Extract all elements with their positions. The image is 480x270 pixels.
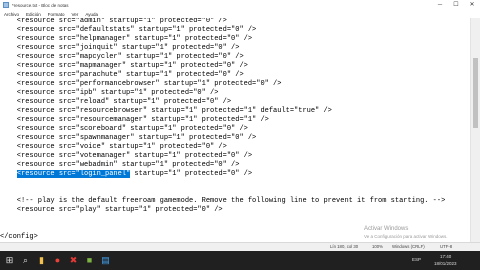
status-bar: Lín 180, col 30 100% Windows (CRLF) UTF-… — [0, 242, 480, 251]
game-icon[interactable]: ✖ — [68, 255, 79, 266]
windows-start-icon[interactable]: ⊞ — [4, 255, 15, 266]
menu-edicion[interactable]: Edición — [26, 12, 41, 17]
language-indicator[interactable]: ESP — [412, 257, 421, 262]
close-button[interactable]: ✕ — [464, 0, 480, 10]
code-line: <resource src="resourcemanager" startup=… — [0, 116, 269, 124]
window-controls: ─ ☐ ✕ — [432, 0, 480, 10]
code-line: <resource src="ipb" startup="1" protecte… — [0, 89, 219, 97]
code-line: <resource src="performancebrowser" start… — [0, 80, 282, 88]
code-line: <resource src="resourcebrowser" startup=… — [0, 107, 332, 115]
cursor-position: Lín 180, col 30 — [330, 244, 359, 249]
minimize-button[interactable]: ─ — [432, 0, 448, 10]
code-line: <resource src="parachute" startup="1" pr… — [0, 71, 244, 79]
scrollbar-thumb[interactable] — [473, 58, 478, 128]
selected-code-line: <resource src="login_panel" startup="1" … — [0, 170, 252, 179]
menu-formato[interactable]: Formato — [48, 12, 65, 17]
menu-bar: Archivo Edición Formato Ver Ayuda — [0, 10, 480, 18]
code-line: <resource src="mapcycler" startup="1" pr… — [0, 53, 244, 61]
code-line: <resource src="defaultstats" startup="1"… — [0, 26, 257, 34]
code-line: <resource src="play" startup="1" protect… — [0, 206, 223, 214]
vertical-scrollbar[interactable] — [470, 18, 480, 242]
title-bar: *resource.txt - Bloc de notas ─ ☐ ✕ — [0, 0, 480, 10]
activation-watermark: Activar Windows Ve a Configuración para … — [364, 226, 448, 240]
text-selection[interactable]: <resource src="login_panel" — [16, 170, 131, 178]
app-icon[interactable]: ■ — [84, 255, 95, 266]
menu-ver[interactable]: Ver — [72, 12, 79, 17]
code-line: </config> — [0, 233, 38, 241]
code-line: <resource src="helpmanager" startup="1" … — [0, 35, 253, 43]
menu-ayuda[interactable]: Ayuda — [85, 12, 98, 17]
clock-time[interactable]: 17:40 — [440, 254, 451, 259]
code-line: <resource src="admin" startup="1" protec… — [0, 18, 227, 25]
code-line: <resource src="voice" startup="1" protec… — [0, 143, 227, 151]
line-rest: startup="1" protected="0" /> — [130, 170, 253, 178]
code-line: <resource src="scoreboard" startup="1" p… — [0, 125, 248, 133]
folder-icon[interactable]: ▮ — [36, 255, 47, 266]
maximize-button[interactable]: ☐ — [448, 0, 464, 10]
code-line: <resource src="votemanager" startup="1" … — [0, 152, 253, 160]
line-ending: Windows (CRLF) — [392, 244, 425, 249]
code-line: <resource src="reload" startup="1" prote… — [0, 98, 232, 106]
search-icon[interactable]: ⌕ — [20, 255, 31, 266]
taskbar: ⊞ ⌕ ▮ ● ✖ ■ ▤ ESP 17:40 18/01/2023 — [0, 251, 480, 270]
watermark-subtitle: Ve a Configuración para activar Windows. — [364, 234, 448, 239]
watermark-title: Activar Windows — [364, 226, 409, 232]
code-line: <resource src="joinquit" startup="1" pro… — [0, 44, 240, 52]
clock-date[interactable]: 18/01/2023 — [434, 261, 457, 266]
zoom-level: 100% — [372, 244, 383, 249]
text-editor[interactable]: <resource src="admin" startup="1" protec… — [0, 18, 470, 242]
menu-archivo[interactable]: Archivo — [4, 12, 19, 17]
code-line: <resource src="webadmin" startup="1" pro… — [0, 161, 240, 169]
chrome-icon[interactable]: ● — [52, 255, 63, 266]
comment-line: <!-- play is the default freeroam gamemo… — [0, 197, 446, 205]
code-line: <resource src="mapmanager" startup="1" p… — [0, 62, 248, 70]
encoding: UTF-8 — [440, 244, 453, 249]
code-line: <resource src="spawnmanager" startup="1"… — [0, 134, 257, 142]
window-title: *resource.txt - Bloc de notas — [12, 2, 69, 8]
notepad-taskbar-icon[interactable]: ▤ — [100, 255, 111, 266]
notepad-icon — [3, 2, 9, 8]
